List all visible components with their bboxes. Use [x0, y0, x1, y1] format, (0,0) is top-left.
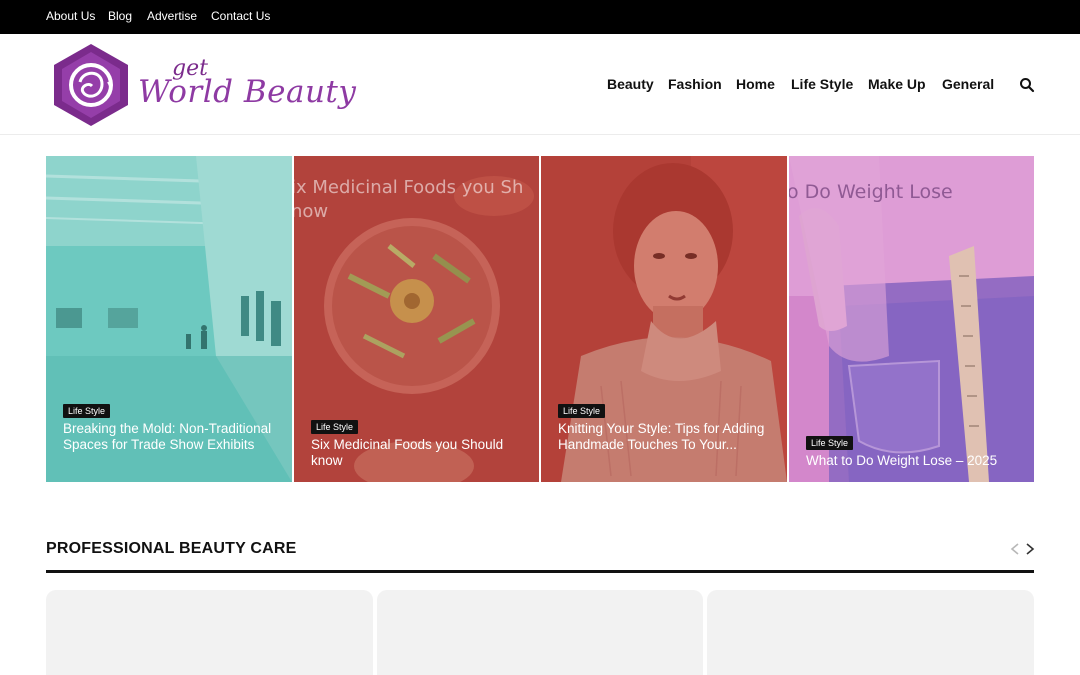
- post-card-placeholder[interactable]: [707, 590, 1034, 675]
- topbar-link-about-us[interactable]: About Us: [46, 9, 95, 23]
- post-card-placeholder[interactable]: [46, 590, 373, 675]
- featured-slide-1[interactable]: Life Style Breaking the Mold: Non-Tradit…: [46, 156, 292, 482]
- site-header: get World Beauty Beauty Fashion Home Lif…: [0, 34, 1080, 135]
- nav-item-home[interactable]: Home: [736, 76, 775, 92]
- nav-item-fashion[interactable]: Fashion: [668, 76, 722, 92]
- topbar-link-contact-us[interactable]: Contact Us: [211, 9, 270, 23]
- slide-title[interactable]: Six Medicinal Foods you Should know: [311, 437, 531, 469]
- slide-watermark-title: ix Medicinal Foods you Sh now: [294, 177, 524, 222]
- slide-title[interactable]: Knitting Your Style: Tips for Adding Han…: [558, 421, 778, 453]
- featured-slide-3[interactable]: Life Style Knitting Your Style: Tips for…: [541, 156, 787, 482]
- slide-title[interactable]: Breaking the Mold: Non-Traditional Space…: [63, 421, 283, 453]
- nav-item-life-style[interactable]: Life Style: [791, 76, 853, 92]
- section-divider: [46, 570, 1034, 573]
- section-title: PROFESSIONAL BEAUTY CARE: [46, 540, 297, 557]
- nav-item-beauty[interactable]: Beauty: [607, 76, 654, 92]
- nav-item-make-up[interactable]: Make Up: [868, 76, 926, 92]
- search-icon[interactable]: [1019, 77, 1035, 93]
- topbar-link-blog[interactable]: Blog: [108, 9, 132, 23]
- slide-category-badge[interactable]: Life Style: [806, 436, 854, 450]
- topbar-link-advertise[interactable]: Advertise: [147, 9, 197, 23]
- logo-text-world-beauty: World Beauty: [138, 74, 357, 110]
- woman-face-hexagon-logo-icon: [54, 44, 128, 126]
- slide-category-badge[interactable]: Life Style: [311, 420, 359, 434]
- post-card-placeholder[interactable]: [377, 590, 703, 675]
- slide-category-badge[interactable]: Life Style: [63, 404, 111, 418]
- top-bar: About Us Blog Advertise Contact Us: [0, 0, 1080, 34]
- nav-item-general[interactable]: General: [942, 76, 994, 92]
- site-logo[interactable]: get World Beauty: [50, 42, 356, 128]
- slide-category-badge[interactable]: Life Style: [558, 404, 606, 418]
- slide-title[interactable]: What to Do Weight Lose – 2025: [806, 453, 1026, 469]
- chevron-left-icon[interactable]: [1008, 540, 1022, 558]
- chevron-right-icon[interactable]: [1023, 540, 1037, 558]
- featured-slide-4[interactable]: o Do Weight Lose Life Style What to Do W…: [789, 156, 1034, 482]
- slide-watermark-title: o Do Weight Lose: [789, 181, 953, 203]
- featured-slide-2[interactable]: ix Medicinal Foods you Sh now Life Style …: [294, 156, 539, 482]
